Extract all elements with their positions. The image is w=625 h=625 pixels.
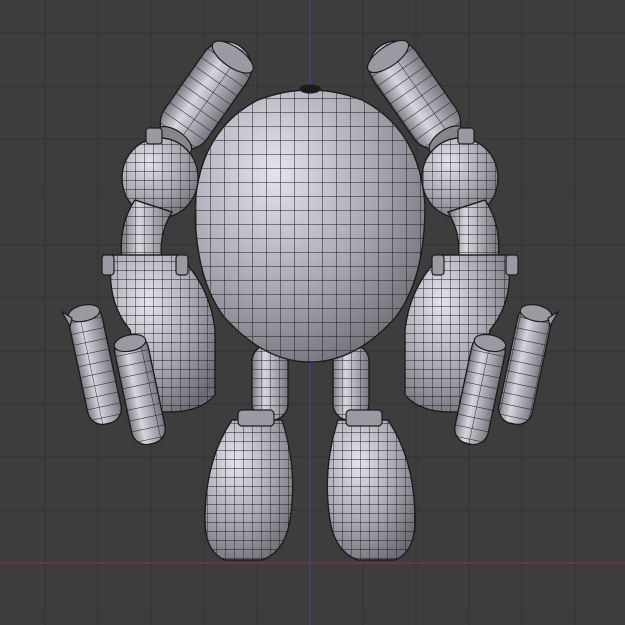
left-upper-arm[interactable] <box>120 199 173 263</box>
left-forearm-canister[interactable] <box>101 254 216 413</box>
right-foot[interactable] <box>326 409 416 561</box>
3d-viewport[interactable] <box>0 0 625 625</box>
torso[interactable] <box>194 84 426 363</box>
left-foot[interactable] <box>204 409 294 561</box>
right-forearm-canister[interactable] <box>404 254 519 413</box>
right-upper-arm[interactable] <box>447 199 500 263</box>
viewport-canvas[interactable] <box>0 0 625 625</box>
